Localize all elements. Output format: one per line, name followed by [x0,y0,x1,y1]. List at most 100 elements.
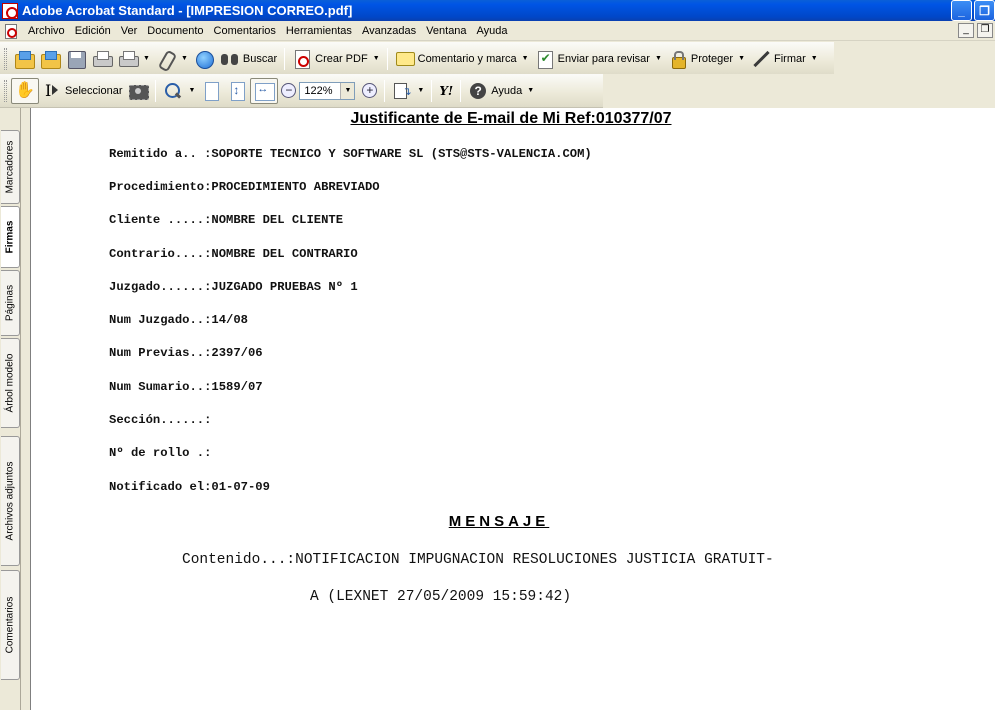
actual-size-button[interactable] [198,78,224,104]
globe-icon [194,49,214,69]
tab-comments-label: Comentarios [4,596,16,654]
organizer-button[interactable] [37,46,63,72]
tab-comments[interactable]: Comentarios [1,570,20,680]
toolbar-separator [384,79,386,102]
select-tool-button[interactable]: Seleccionar [39,78,125,104]
protect-button[interactable]: Proteger ▼ [665,46,748,72]
field-remitido: Remitido a.. :SOPORTE TECNICO Y SOFTWARE… [109,147,592,161]
field-notificado: Notificado el:01-07-09 [109,480,270,494]
yahoo-button[interactable]: Y! [436,78,456,104]
minimize-button[interactable]: _ [951,0,972,21]
document-view[interactable]: Justificante de E-mail de Mi Ref:010377/… [31,108,995,710]
help-label: Ayuda [491,84,523,97]
email-button[interactable]: ▼ [115,46,153,72]
field-num-juzgado: Num Juzgado..:14/08 [109,313,248,327]
menu-herramientas[interactable]: Herramientas [281,25,357,37]
document-restore-button[interactable]: ❐ [977,23,993,38]
document-window-controls: _ ❐ [958,23,993,38]
document-icon[interactable] [3,23,19,39]
rotate-button[interactable]: ▼ [389,78,427,104]
text-cursor-icon [42,81,62,101]
tab-bookmarks-label: Marcadores [4,140,16,194]
tab-attachments-label: Archivos adjuntos [4,461,16,541]
chevron-down-icon: ▼ [521,55,529,62]
create-pdf-icon [292,49,312,69]
toolbar-grip[interactable] [4,47,7,70]
zoom-tool-button[interactable]: ▼ [160,78,198,104]
fit-page-button[interactable] [224,78,250,104]
sign-button[interactable]: Firmar ▼ [748,46,821,72]
pen-icon [751,49,771,69]
camera-icon [128,81,150,101]
select-label: Seleccionar [65,84,123,97]
comment-markup-button[interactable]: Comentario y marca ▼ [392,46,532,72]
field-procedimiento: Procedimiento:PROCEDIMIENTO ABREVIADO [109,180,380,194]
tab-model-tree-label: Árbol modelo [4,353,16,413]
save-disk-icon [66,49,86,69]
print-button[interactable] [89,46,115,72]
tab-signatures[interactable]: Firmas [1,206,20,268]
document-title: Justificante de E-mail de Mi Ref:010377/… [31,110,995,128]
hand-tool-button[interactable]: ✋ [11,77,39,104]
chevron-down-icon: ▼ [738,55,746,62]
printer-icon [92,49,113,69]
message-line-2: A (LEXNET 27/05/2009 15:59:42) [310,589,572,605]
open-button[interactable] [11,46,37,72]
zoom-level-select[interactable]: 122% ▼ [299,81,356,100]
menu-edicion[interactable]: Edición [70,25,116,37]
field-num-previas: Num Previas..:2397/06 [109,346,263,360]
zoom-out-icon: − [281,83,297,98]
search-button[interactable]: Buscar [217,46,280,72]
tab-pages[interactable]: Páginas [1,270,20,336]
menu-documento[interactable]: Documento [142,25,208,37]
field-contrario: Contrario....:NOMBRE DEL CONTRARIO [109,247,358,261]
send-review-label: Enviar para revisar [557,52,650,65]
create-pdf-button[interactable]: Crear PDF ▼ [289,46,383,72]
hand-icon: ✋ [15,81,35,99]
acrobat-app-icon[interactable] [2,2,18,19]
toolbar-area-fill [834,42,995,74]
zoom-out-button[interactable]: − [278,78,299,104]
web-search-button[interactable] [191,46,217,72]
pane-splitter[interactable] [22,108,31,710]
toolbar-grip[interactable] [4,79,7,102]
toolbar-area-fill [603,74,995,108]
message-heading: MENSAJE [31,513,995,530]
chevron-down-icon: ▼ [810,55,818,62]
help-button[interactable]: Ayuda ▼ [465,78,537,104]
chevron-down-icon[interactable]: ▼ [340,82,355,99]
menu-bar: Archivo Edición Ver Documento Comentario… [0,21,995,41]
magnifier-icon [163,81,183,101]
toolbar-separator [284,47,286,70]
menu-comentarios[interactable]: Comentarios [209,25,281,37]
document-title-text: Justificante de E-mail de Mi Ref:010377/… [350,110,672,127]
document-minimize-button[interactable]: _ [958,23,974,38]
field-cliente: Cliente .....:NOMBRE DEL CLIENTE [109,213,344,227]
snapshot-button[interactable] [125,78,151,104]
chevron-down-icon: ▼ [372,55,380,62]
menu-archivo[interactable]: Archivo [23,25,70,37]
tab-model-tree[interactable]: Árbol modelo [1,338,20,428]
search-label: Buscar [242,52,278,65]
fit-width-button[interactable] [250,77,279,104]
tab-bookmarks[interactable]: Marcadores [1,130,20,204]
menu-ver[interactable]: Ver [116,25,143,37]
toolbar-separator [460,79,462,102]
rotate-page-icon [392,81,412,101]
menu-ventana[interactable]: Ventana [421,25,471,37]
save-button[interactable] [63,46,89,72]
menu-ayuda[interactable]: Ayuda [472,25,513,37]
toolbar-separator [386,47,388,70]
protect-label: Proteger [690,52,734,65]
send-review-button[interactable]: Enviar para revisar ▼ [532,46,665,72]
tab-attachments[interactable]: Archivos adjuntos [1,436,20,566]
window-title: Adobe Acrobat Standard - [IMPRESION CORR… [22,3,353,18]
menu-avanzadas[interactable]: Avanzadas [357,25,421,37]
toolbar-separator [431,79,433,102]
field-seccion: Sección......: [109,413,212,427]
field-num-rollo: Nº de rollo .: [109,446,212,460]
restore-button[interactable]: ❐ [974,0,995,21]
zoom-in-button[interactable]: + [359,78,380,104]
attach-button[interactable]: ▼ [153,46,191,72]
tab-signatures-label: Firmas [4,220,16,254]
